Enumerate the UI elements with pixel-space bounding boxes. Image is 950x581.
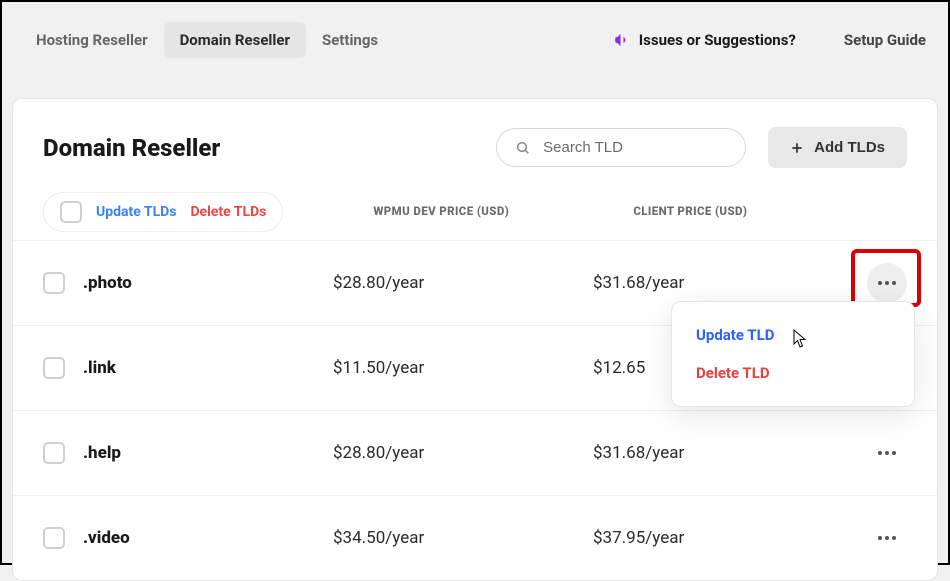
- search-field[interactable]: [496, 128, 746, 167]
- client-price: $37.95/year: [593, 528, 833, 548]
- tld-name: .link: [83, 358, 116, 378]
- row-actions-button[interactable]: [867, 433, 907, 473]
- cursor-icon: [793, 329, 809, 349]
- client-price: $31.68/year: [593, 273, 833, 293]
- column-headers: WPMU DEV PRICE (USD) CLIENT PRICE (USD): [313, 190, 903, 234]
- panel-header: Domain Reseller Add TLDs: [13, 99, 937, 190]
- menu-delete-tld[interactable]: Delete TLD: [672, 354, 914, 392]
- bulk-delete-button[interactable]: Delete TLDs: [190, 204, 266, 220]
- table-row: .photo $28.80/year $31.68/year Update TL…: [13, 240, 937, 325]
- search-input[interactable]: [543, 139, 727, 156]
- megaphone-icon: [613, 31, 631, 49]
- nav-tabs: Hosting Reseller Domain Reseller Setting…: [20, 22, 394, 58]
- select-all-checkbox[interactable]: [60, 201, 82, 223]
- page-title: Domain Reseller: [43, 134, 220, 162]
- row-actions-button[interactable]: [867, 518, 907, 558]
- tab-hosting-reseller[interactable]: Hosting Reseller: [20, 22, 164, 58]
- row-checkbox[interactable]: [43, 272, 65, 294]
- top-bar: Hosting Reseller Domain Reseller Setting…: [2, 2, 948, 98]
- wpmu-price: $28.80/year: [333, 443, 593, 463]
- bulk-update-button[interactable]: Update TLDs: [96, 204, 176, 220]
- issues-label: Issues or Suggestions?: [639, 31, 796, 49]
- row-checkbox[interactable]: [43, 527, 65, 549]
- more-icon: [877, 450, 897, 456]
- table-row: .video $34.50/year $37.95/year: [13, 495, 937, 580]
- row-checkbox[interactable]: [43, 357, 65, 379]
- row-actions-button[interactable]: [867, 263, 907, 303]
- setup-guide-link[interactable]: Setup Guide: [840, 25, 930, 55]
- row-checkbox[interactable]: [43, 442, 65, 464]
- issues-link[interactable]: Issues or Suggestions?: [603, 25, 806, 55]
- wpmu-price: $28.80/year: [333, 273, 593, 293]
- add-tld-button[interactable]: Add TLDs: [768, 127, 907, 168]
- add-tld-label: Add TLDs: [814, 139, 885, 156]
- table-row: .help $28.80/year $31.68/year: [13, 410, 937, 495]
- more-icon: [877, 535, 897, 541]
- column-header-wpmu-price: WPMU DEV PRICE (USD): [373, 204, 633, 218]
- bulk-actions: Update TLDs Delete TLDs: [13, 192, 313, 232]
- column-header-client-price: CLIENT PRICE (USD): [633, 204, 873, 218]
- tld-name: .photo: [83, 273, 132, 293]
- tab-settings[interactable]: Settings: [306, 22, 394, 58]
- wpmu-price: $11.50/year: [333, 358, 593, 378]
- plus-icon: [790, 141, 804, 155]
- bulk-pill: Update TLDs Delete TLDs: [43, 192, 283, 232]
- tld-name: .help: [83, 443, 121, 463]
- tld-name: .video: [83, 528, 130, 548]
- client-price: $31.68/year: [593, 443, 833, 463]
- main-panel: Domain Reseller Add TLDs Update TLDs Del…: [12, 98, 938, 581]
- more-icon: [877, 280, 897, 286]
- tab-domain-reseller[interactable]: Domain Reseller: [164, 22, 306, 58]
- search-icon: [515, 140, 531, 156]
- wpmu-price: $34.50/year: [333, 528, 593, 548]
- row-actions-menu: Update TLD Delete TLD: [671, 301, 915, 407]
